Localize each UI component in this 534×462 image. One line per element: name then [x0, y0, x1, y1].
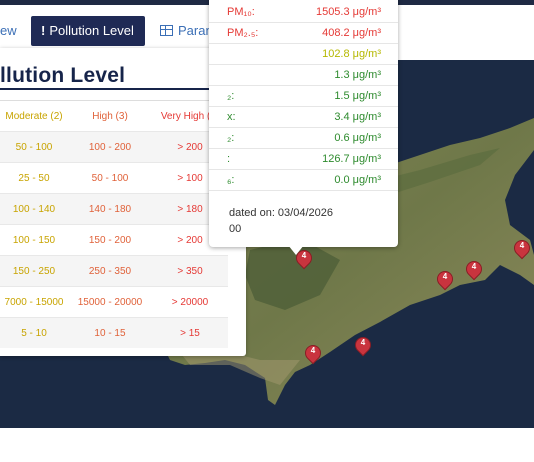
map-marker[interactable]: 4 — [351, 333, 375, 357]
popup-value: 126.7 μg/m³ — [322, 153, 381, 165]
exclamation-icon: ! — [41, 23, 46, 38]
legend-cell: > 15 — [152, 317, 228, 348]
legend-row: 25 - 50 50 - 100 > 100 — [0, 162, 228, 194]
legend-cell: 140 - 180 — [68, 193, 152, 225]
legend-header-moderate: Moderate (2) — [0, 100, 68, 132]
legend-cell: 15000 - 20000 — [68, 286, 152, 318]
legend-cell: > 20000 — [152, 286, 228, 318]
popup-value: 102.8 μg/m³ — [322, 48, 381, 60]
legend-cell: 150 - 200 — [68, 224, 152, 256]
popup-label: PM₁₀: — [227, 6, 255, 18]
popup-pointer — [288, 245, 304, 255]
popup-row: : 126.7 μg/m³ — [209, 149, 398, 170]
legend-row: 7000 - 15000 15000 - 20000 > 20000 — [0, 286, 228, 318]
popup-label: ₆: — [227, 174, 235, 186]
legend-header-row: Moderate (2) High (3) Very High (4) — [0, 100, 228, 132]
popup-label: ₂: — [227, 132, 235, 144]
legend-divider — [0, 88, 228, 90]
legend-cell: 5 - 10 — [0, 317, 68, 348]
legend-cell: 100 - 140 — [0, 193, 68, 225]
map-marker-label: 4 — [471, 262, 477, 271]
legend-cell: 7000 - 15000 — [0, 286, 68, 318]
popup-updated-date: dated on: 03/04/2026 — [229, 207, 333, 219]
legend-cell: 100 - 200 — [68, 131, 152, 163]
popup-label: ₂: — [227, 90, 235, 102]
legend-cell: 25 - 50 — [0, 162, 68, 194]
legend-row: 100 - 140 140 - 180 > 180 — [0, 193, 228, 225]
map-marker-label: 4 — [442, 272, 448, 281]
popup-row: 1.3 μg/m³ — [209, 65, 398, 86]
tab-pollution-label: Pollution Level — [49, 23, 134, 38]
map-marker[interactable]: 4 — [301, 341, 325, 365]
tab-view[interactable]: ew — [0, 16, 17, 46]
legend-row: 5 - 10 10 - 15 > 15 — [0, 317, 228, 348]
tab-pollution-level[interactable]: ! Pollution Level — [31, 16, 145, 46]
popup-row: ₆: 0.0 μg/m³ — [209, 170, 398, 191]
popup-value: 0.6 μg/m³ — [334, 132, 381, 144]
popup-row: ₂: 0.6 μg/m³ — [209, 128, 398, 149]
legend-row: 150 - 250 250 - 350 > 350 — [0, 255, 228, 287]
station-popup: PM₁₀: 1505.3 μg/m³ PM₂.₅: 408.2 μg/m³ 102.… — [209, 0, 398, 247]
popup-value: 1.5 μg/m³ — [334, 90, 381, 102]
legend-table: Moderate (2) High (3) Very High (4) 50 -… — [0, 100, 228, 348]
tab-params-label: Paran — [178, 23, 213, 38]
popup-label: PM₂.₅: — [227, 27, 259, 39]
popup-row: ₂: 1.5 μg/m³ — [209, 86, 398, 107]
map-marker[interactable]: 4 — [462, 257, 486, 281]
popup-row: x: 3.4 μg/m³ — [209, 107, 398, 128]
legend-cell: 250 - 350 — [68, 255, 152, 287]
tab-view-label: ew — [0, 23, 17, 38]
popup-row: 102.8 μg/m³ — [209, 44, 398, 65]
map-marker-label: 4 — [519, 241, 525, 250]
legend-cell: > 350 — [152, 255, 228, 287]
popup-row: PM₂.₅: 408.2 μg/m³ — [209, 23, 398, 44]
map-marker-label: 4 — [360, 338, 366, 347]
legend-cell: 10 - 15 — [68, 317, 152, 348]
legend-row: 100 - 150 150 - 200 > 200 — [0, 224, 228, 256]
tab-parameters[interactable]: Paran — [160, 16, 213, 46]
map-marker[interactable]: 4 — [433, 267, 457, 291]
legend-cell: 50 - 100 — [68, 162, 152, 194]
popup-updated-time: 00 — [229, 223, 242, 235]
legend-cell: 100 - 150 — [0, 224, 68, 256]
map-marker-label: 4 — [310, 346, 316, 355]
popup-value: 0.0 μg/m³ — [334, 174, 381, 186]
table-icon — [160, 25, 173, 36]
popup-value: 1505.3 μg/m³ — [315, 6, 381, 18]
legend-title: llution Level — [0, 64, 126, 87]
popup-value: 408.2 μg/m³ — [322, 27, 381, 39]
popup-row: PM₁₀: 1505.3 μg/m³ — [209, 2, 398, 23]
map-marker[interactable]: 4 — [510, 236, 534, 260]
popup-label: : — [227, 153, 231, 165]
popup-value: 1.3 μg/m³ — [334, 69, 381, 81]
legend-cell: 150 - 250 — [0, 255, 68, 287]
legend-cell: 50 - 100 — [0, 131, 68, 163]
legend-row: 50 - 100 100 - 200 > 200 — [0, 131, 228, 163]
legend-header-high: High (3) — [68, 100, 152, 132]
popup-value: 3.4 μg/m³ — [334, 111, 381, 123]
popup-label: x: — [227, 111, 236, 123]
